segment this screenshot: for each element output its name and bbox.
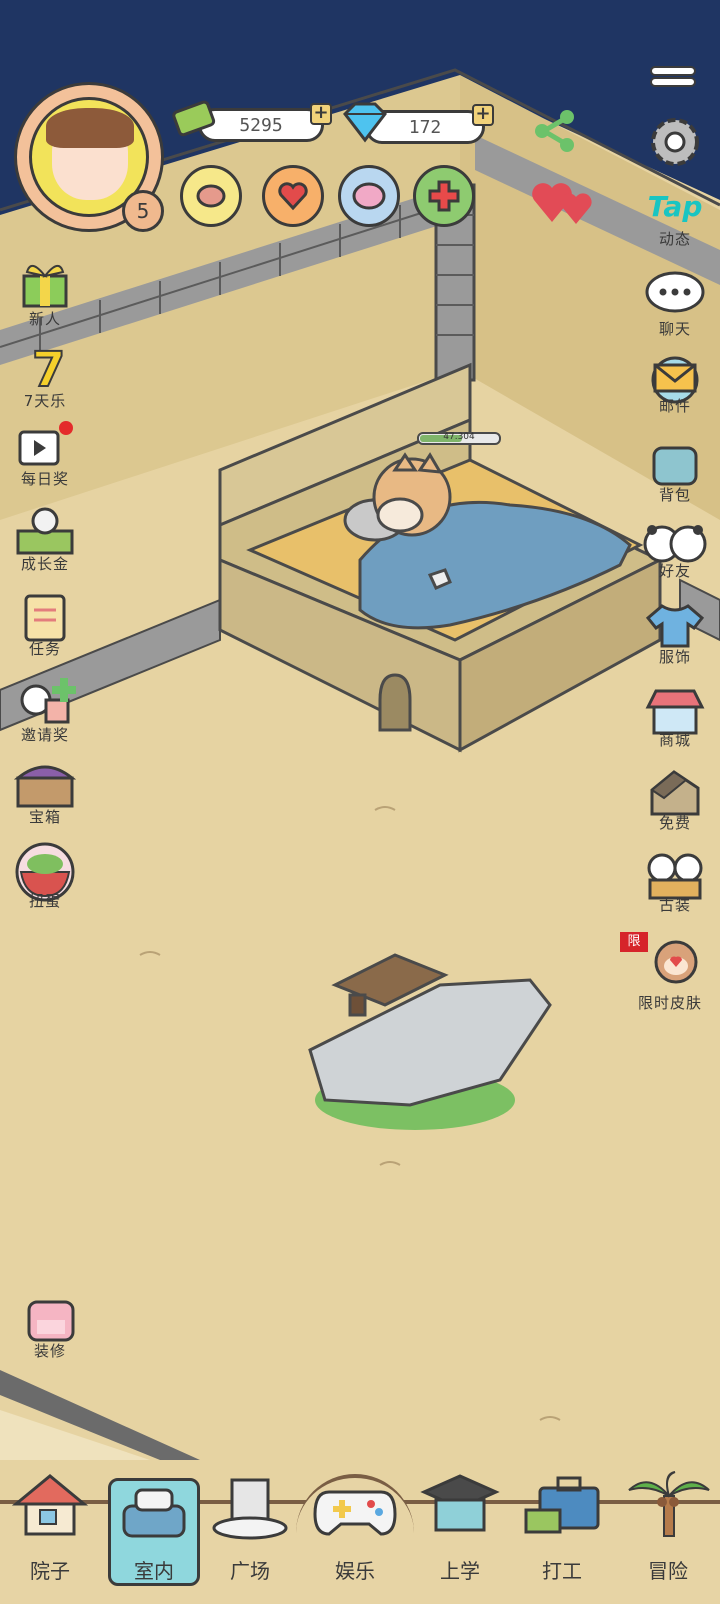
task-button[interactable]: 任务 [0, 590, 90, 670]
costume-characters-icon [647, 853, 703, 900]
tap-feed-button[interactable]: Tap 动态 [630, 190, 720, 270]
treasure-chest-button[interactable]: 宝箱 [0, 758, 90, 838]
newbie-button[interactable]: 新人 [0, 258, 90, 338]
avatar[interactable]: 5 [14, 82, 164, 232]
nav-work[interactable]: 打工 [512, 1470, 612, 1590]
bed-icon [122, 1488, 186, 1538]
svg-text:7: 7 [32, 342, 65, 392]
money-pile-icon [16, 507, 74, 555]
decorate-button[interactable]: 装修 [5, 1296, 95, 1376]
tap-logo: Tap [647, 190, 703, 223]
level-badge: 5 [122, 190, 164, 232]
chat-button[interactable]: 聊天 [630, 270, 720, 350]
free-button[interactable]: 免费 [630, 768, 720, 848]
diamond-icon [340, 100, 390, 144]
cross-icon [428, 180, 460, 212]
nav-indoor[interactable]: 室内 [104, 1470, 204, 1590]
gear-icon [651, 118, 699, 166]
settings-button[interactable] [645, 112, 705, 172]
backpack-icon [652, 446, 698, 486]
clothes-button[interactable]: 服饰 [630, 600, 720, 680]
intelligence-stat[interactable] [338, 165, 400, 227]
menu-button[interactable] [650, 66, 696, 88]
hamburger-icon [650, 66, 696, 87]
hearts-icon [532, 183, 592, 224]
gacha-button[interactable]: 扭蛋 [0, 842, 90, 922]
backpack-button[interactable]: 背包 [630, 438, 720, 518]
nav-adventure[interactable]: 冒险 [618, 1470, 718, 1590]
food-stat[interactable] [180, 165, 242, 227]
sofa-icon [27, 1300, 75, 1342]
palm-tree-icon [628, 1471, 710, 1537]
nav-yard[interactable]: 院子 [0, 1470, 100, 1590]
gamepad-icon [313, 1490, 397, 1536]
house-icon [650, 770, 700, 816]
limited-badge: 限 [620, 932, 648, 952]
share-icon [535, 110, 574, 152]
panda-gift-icon [20, 678, 76, 724]
nav-plaza[interactable]: 广场 [200, 1470, 300, 1590]
clipboard-icon [24, 594, 66, 642]
ancient-costume-button[interactable]: 古装 [630, 850, 720, 930]
gem-add-button[interactable]: + [472, 104, 494, 126]
shop-button[interactable]: 商城 [630, 685, 720, 765]
briefcase-icon [524, 1476, 600, 1534]
mood-stat[interactable] [262, 165, 324, 227]
mail-button[interactable]: 邮件 [630, 355, 720, 435]
health-stat[interactable] [413, 165, 475, 227]
graduation-cap-icon [420, 1474, 500, 1532]
cash-icon [172, 96, 218, 142]
invite-button[interactable]: 邀请奖 [0, 676, 90, 756]
room-scene [0, 0, 720, 1600]
meat-icon [196, 184, 226, 208]
limited-skin-button[interactable]: 限 限时皮肤 [620, 932, 720, 1012]
chat-bubble-icon [645, 271, 705, 313]
heart-icon [278, 182, 308, 211]
video-reward-icon [18, 421, 73, 466]
seven-icon: 7 [31, 341, 66, 392]
hearts-button[interactable] [530, 172, 600, 230]
growth-fund-button[interactable]: 成长金 [0, 505, 90, 585]
cash-add-button[interactable]: + [310, 103, 332, 125]
chest-icon [14, 765, 76, 808]
gift-icon [22, 265, 68, 308]
nav-fun[interactable]: 娱乐 [305, 1470, 405, 1590]
seven-day-button[interactable]: 7 7天乐 [0, 340, 90, 420]
nav-school[interactable]: 上学 [410, 1470, 510, 1590]
brain-icon [352, 182, 386, 210]
monkey-skin-icon [654, 940, 698, 984]
house-red-roof-icon [12, 1474, 88, 1536]
share-button[interactable] [530, 106, 578, 156]
building-icon [212, 1478, 288, 1540]
friends-button[interactable]: 好友 [630, 520, 720, 600]
store-icon [645, 689, 705, 735]
pet-progress-label: 47.304 [443, 432, 475, 442]
daily-reward-button[interactable]: 每日奖 [0, 420, 90, 500]
shirt-icon [645, 604, 705, 648]
